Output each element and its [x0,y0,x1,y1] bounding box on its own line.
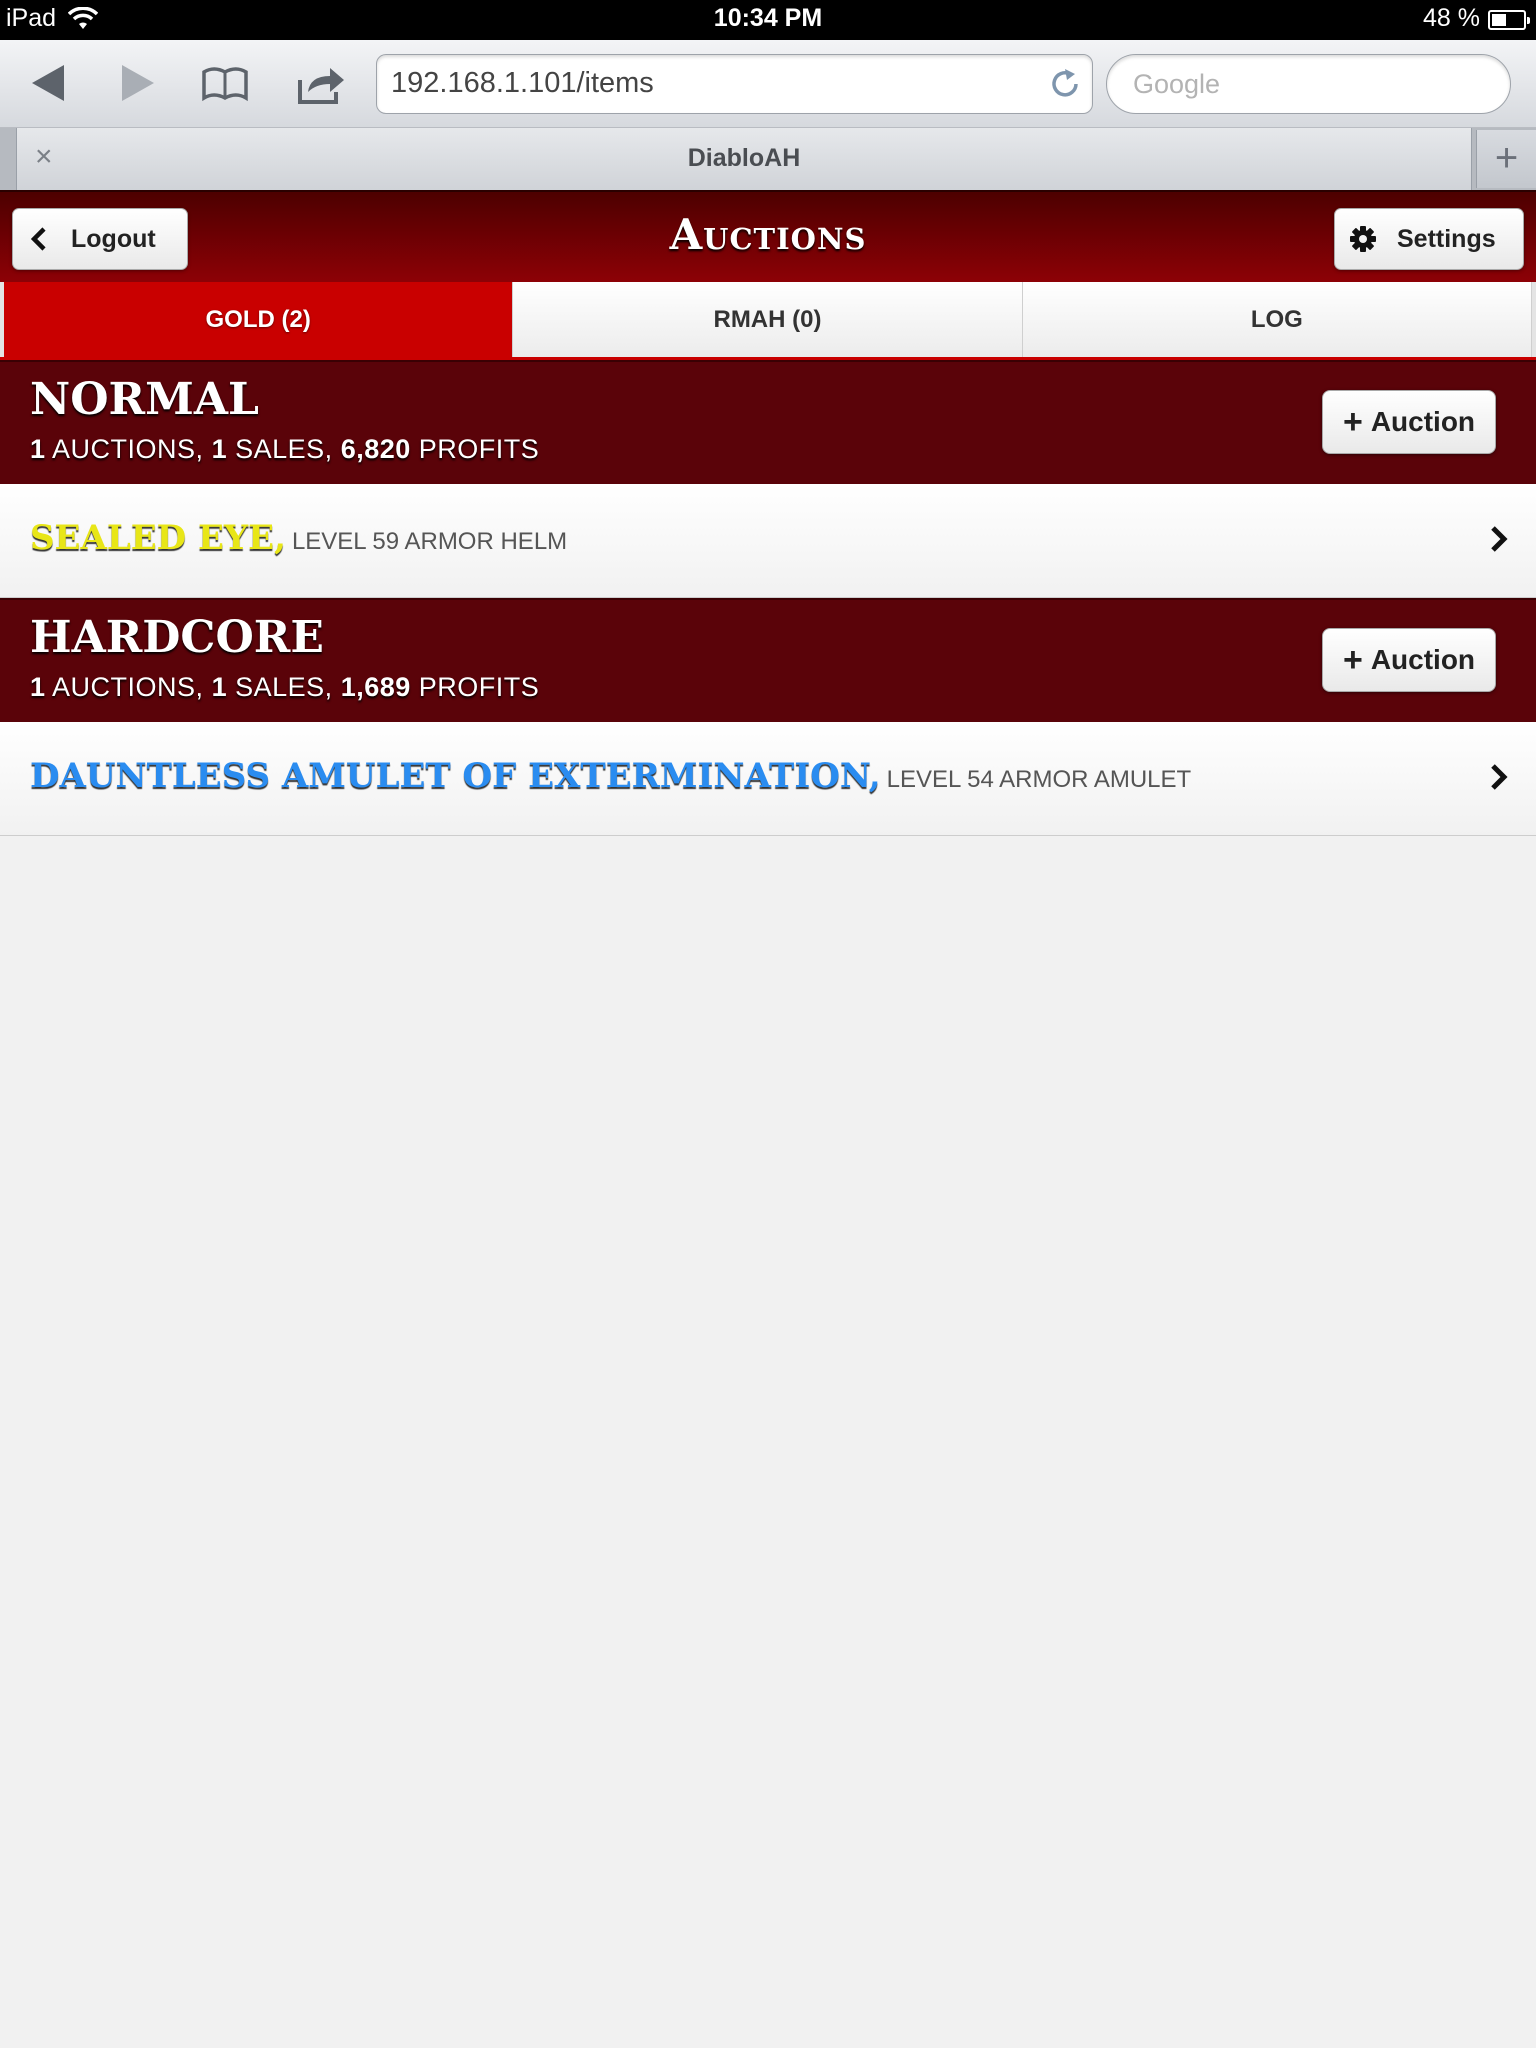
browser-toolbar: 192.168.1.101/items [0,40,1536,128]
address-bar[interactable]: 192.168.1.101/items [376,54,1093,114]
plus-icon: + [1342,641,1363,679]
auctions-count: 1 [30,434,46,464]
item-title: DAUNTLESS AMULET OF EXTERMINATION, LEVEL … [30,756,1191,796]
profits-value: 1,689 [340,672,411,702]
profits-label: PROFITS [418,672,540,702]
forward-icon[interactable] [112,60,162,106]
back-icon[interactable] [24,60,74,106]
item-name: DAUNTLESS AMULET OF EXTERMINATION, [30,756,881,796]
reload-icon[interactable] [1048,67,1082,101]
sales-label: SALES, [235,434,333,464]
auctions-count: 1 [30,672,46,702]
app-header: Logout Auctions Settings [0,190,1536,282]
new-tab-button[interactable]: + [1476,130,1536,188]
item-description: LEVEL 54 ARMOR AMULET [886,766,1192,793]
browser-tab-row: × DiabloAH + [0,128,1536,190]
section-title: NORMAL [30,374,259,425]
auctions-label: AUCTIONS, [52,672,204,702]
section-stats: 1 AUCTIONS, 1 SALES, 1,689 PROFITS [30,672,539,703]
tab-rmah[interactable]: RMAH (0) [513,282,1023,357]
page-title: Auctions [669,210,867,259]
auctions-label: AUCTIONS, [52,434,204,464]
sales-count: 1 [211,672,228,702]
tab-log[interactable]: LOG [1022,282,1532,357]
profits-label: PROFITS [418,434,540,464]
profits-value: 6,820 [340,434,411,464]
url-text: 192.168.1.101/items [391,67,654,99]
add-auction-button[interactable]: + Auction [1322,628,1496,692]
sales-count: 1 [211,434,228,464]
currency-tabs: GOLD (2) RMAH (0) LOG [0,282,1536,360]
section-stats: 1 AUCTIONS, 1 SALES, 6,820 PROFITS [30,434,539,465]
list-item[interactable]: SEALED EYE, LEVEL 59 ARMOR HELM [0,484,1536,598]
item-title: SEALED EYE, LEVEL 59 ARMOR HELM [30,518,567,558]
add-auction-label: Auction [1370,644,1476,675]
battery-percent: 48 % [1423,4,1480,32]
search-input[interactable] [1131,65,1491,103]
gear-icon [1350,226,1376,252]
section-title: HARDCORE [30,612,324,663]
tab-gold[interactable]: GOLD (2) [4,282,514,357]
search-bar[interactable] [1106,54,1511,114]
bookmarks-icon[interactable] [200,60,250,106]
status-bar: iPad 10:34 PM 48 % [0,0,1536,40]
add-auction-button[interactable]: + Auction [1322,390,1496,454]
section-normal: NORMAL 1 AUCTIONS, 1 SALES, 6,820 PROFIT… [0,360,1536,484]
chevron-right-icon [1491,526,1508,552]
status-right: 48 % [1423,4,1530,33]
battery-fill [1492,13,1507,26]
sales-label: SALES, [235,672,333,702]
section-hardcore: HARDCORE 1 AUCTIONS, 1 SALES, 1,689 PROF… [0,598,1536,722]
tab-title: DiabloAH [687,144,801,172]
browser-tab[interactable]: × DiabloAH [16,128,1472,190]
add-auction-label: Auction [1370,406,1476,437]
battery-icon [1488,9,1530,30]
item-name: SEALED EYE, [30,518,286,558]
status-time: 10:34 PM [713,4,823,32]
list-item[interactable]: DAUNTLESS AMULET OF EXTERMINATION, LEVEL … [0,722,1536,836]
settings-label: Settings [1397,224,1496,253]
chevron-right-icon [1491,764,1508,790]
share-icon[interactable] [296,60,346,106]
item-description: LEVEL 59 ARMOR HELM [291,528,568,555]
plus-icon: + [1342,403,1363,441]
settings-button[interactable]: Settings [1334,208,1524,270]
